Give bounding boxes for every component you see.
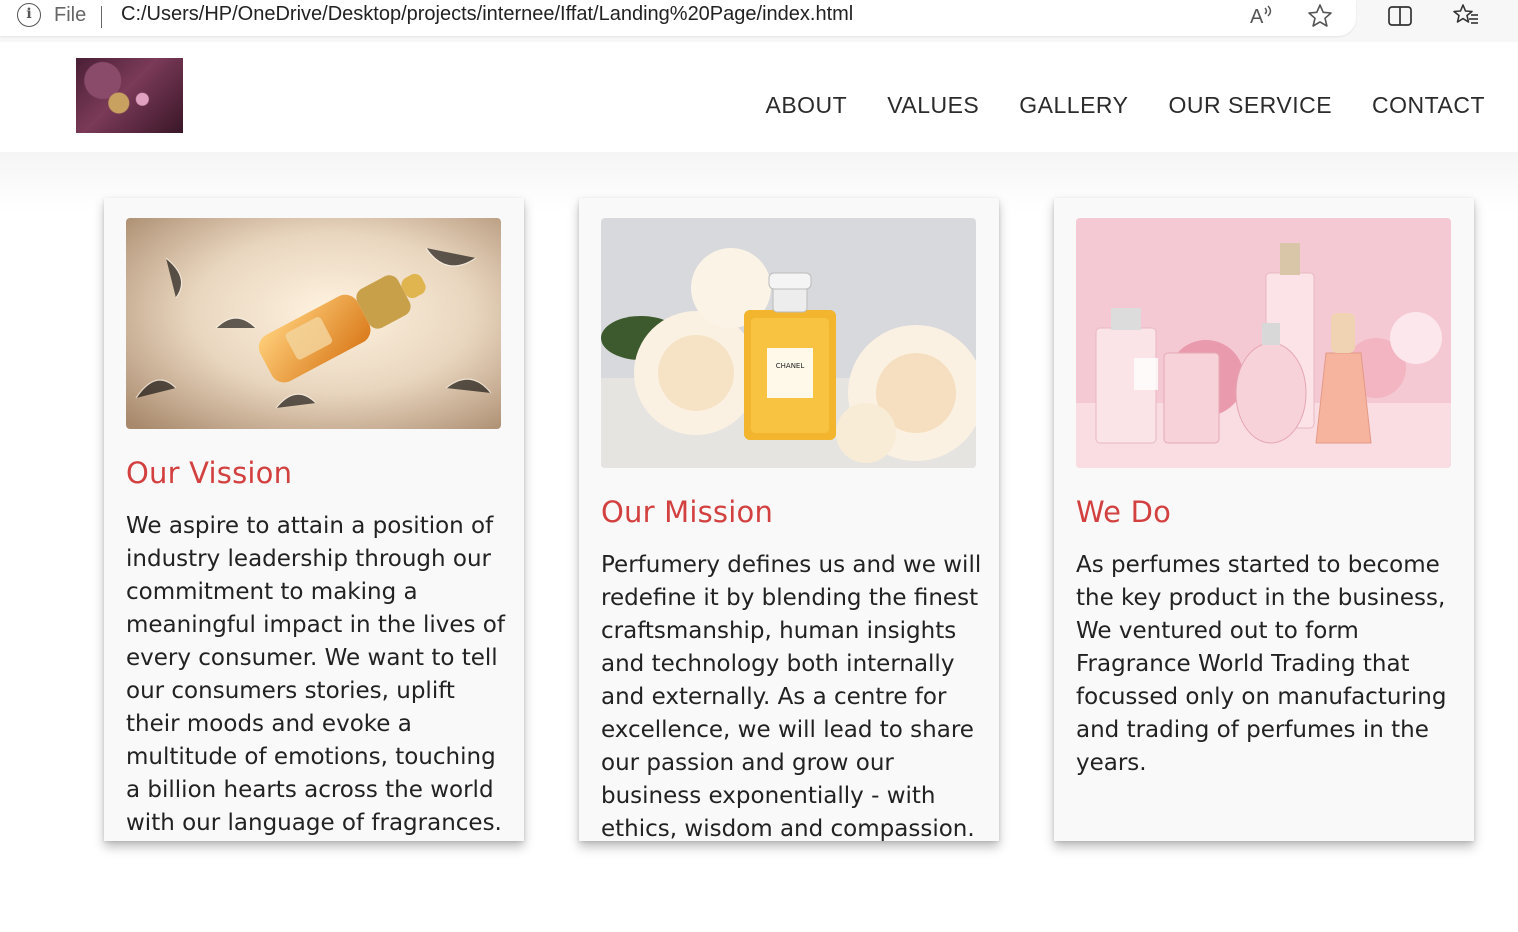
url-text[interactable]: C:/Users/HP/OneDrive/Desktop/projects/in… [121, 3, 853, 26]
mission-title: Our Mission [601, 495, 774, 529]
svg-text:A: A [1250, 6, 1264, 28]
nav-gallery[interactable]: GALLERY [1019, 92, 1128, 119]
read-aloud-icon[interactable]: A [1247, 2, 1275, 30]
info-icon[interactable]: i [17, 3, 41, 27]
address-separator [101, 6, 102, 28]
we-do-title: We Do [1076, 495, 1172, 529]
nav-contact[interactable]: CONTACT [1372, 92, 1485, 119]
nav-values[interactable]: VALUES [887, 92, 979, 119]
brand-logo[interactable] [76, 58, 183, 133]
we-do-card: We Do As perfumes started to become the … [1054, 198, 1474, 841]
chanel-perfume-image: CHANEL [601, 218, 976, 468]
main-nav: ABOUT VALUES GALLERY OUR SERVICE CONTACT [725, 92, 1485, 119]
favorites-list-icon[interactable] [1452, 2, 1480, 30]
site-header: ABOUT VALUES GALLERY OUR SERVICE CONTACT [0, 42, 1518, 152]
split-screen-icon[interactable] [1386, 2, 1414, 30]
mission-card: CHANEL Our Mission Perfumery defines us … [579, 198, 999, 841]
mission-text: Perfumery defines us and we will redefin… [601, 552, 982, 841]
we-do-text: As perfumes started to become the key pr… [1076, 552, 1447, 776]
svg-text:CHANEL: CHANEL [776, 362, 805, 370]
vision-text: We aspire to attain a position of indust… [126, 513, 505, 836]
vision-title: Our Vission [126, 456, 293, 490]
perfume-on-fur-image [126, 218, 501, 429]
file-label: File [54, 4, 87, 26]
nav-our-service[interactable]: OUR SERVICE [1168, 92, 1332, 119]
pink-perfumes-image [1076, 218, 1451, 468]
browser-address-bar: i File C:/Users/HP/OneDrive/Desktop/proj… [0, 0, 1518, 42]
url-box[interactable]: i File C:/Users/HP/OneDrive/Desktop/proj… [0, 0, 1356, 36]
nav-about[interactable]: ABOUT [765, 92, 847, 119]
favorite-star-icon[interactable] [1306, 2, 1334, 30]
vision-card: Our Vission We aspire to attain a positi… [104, 198, 524, 841]
